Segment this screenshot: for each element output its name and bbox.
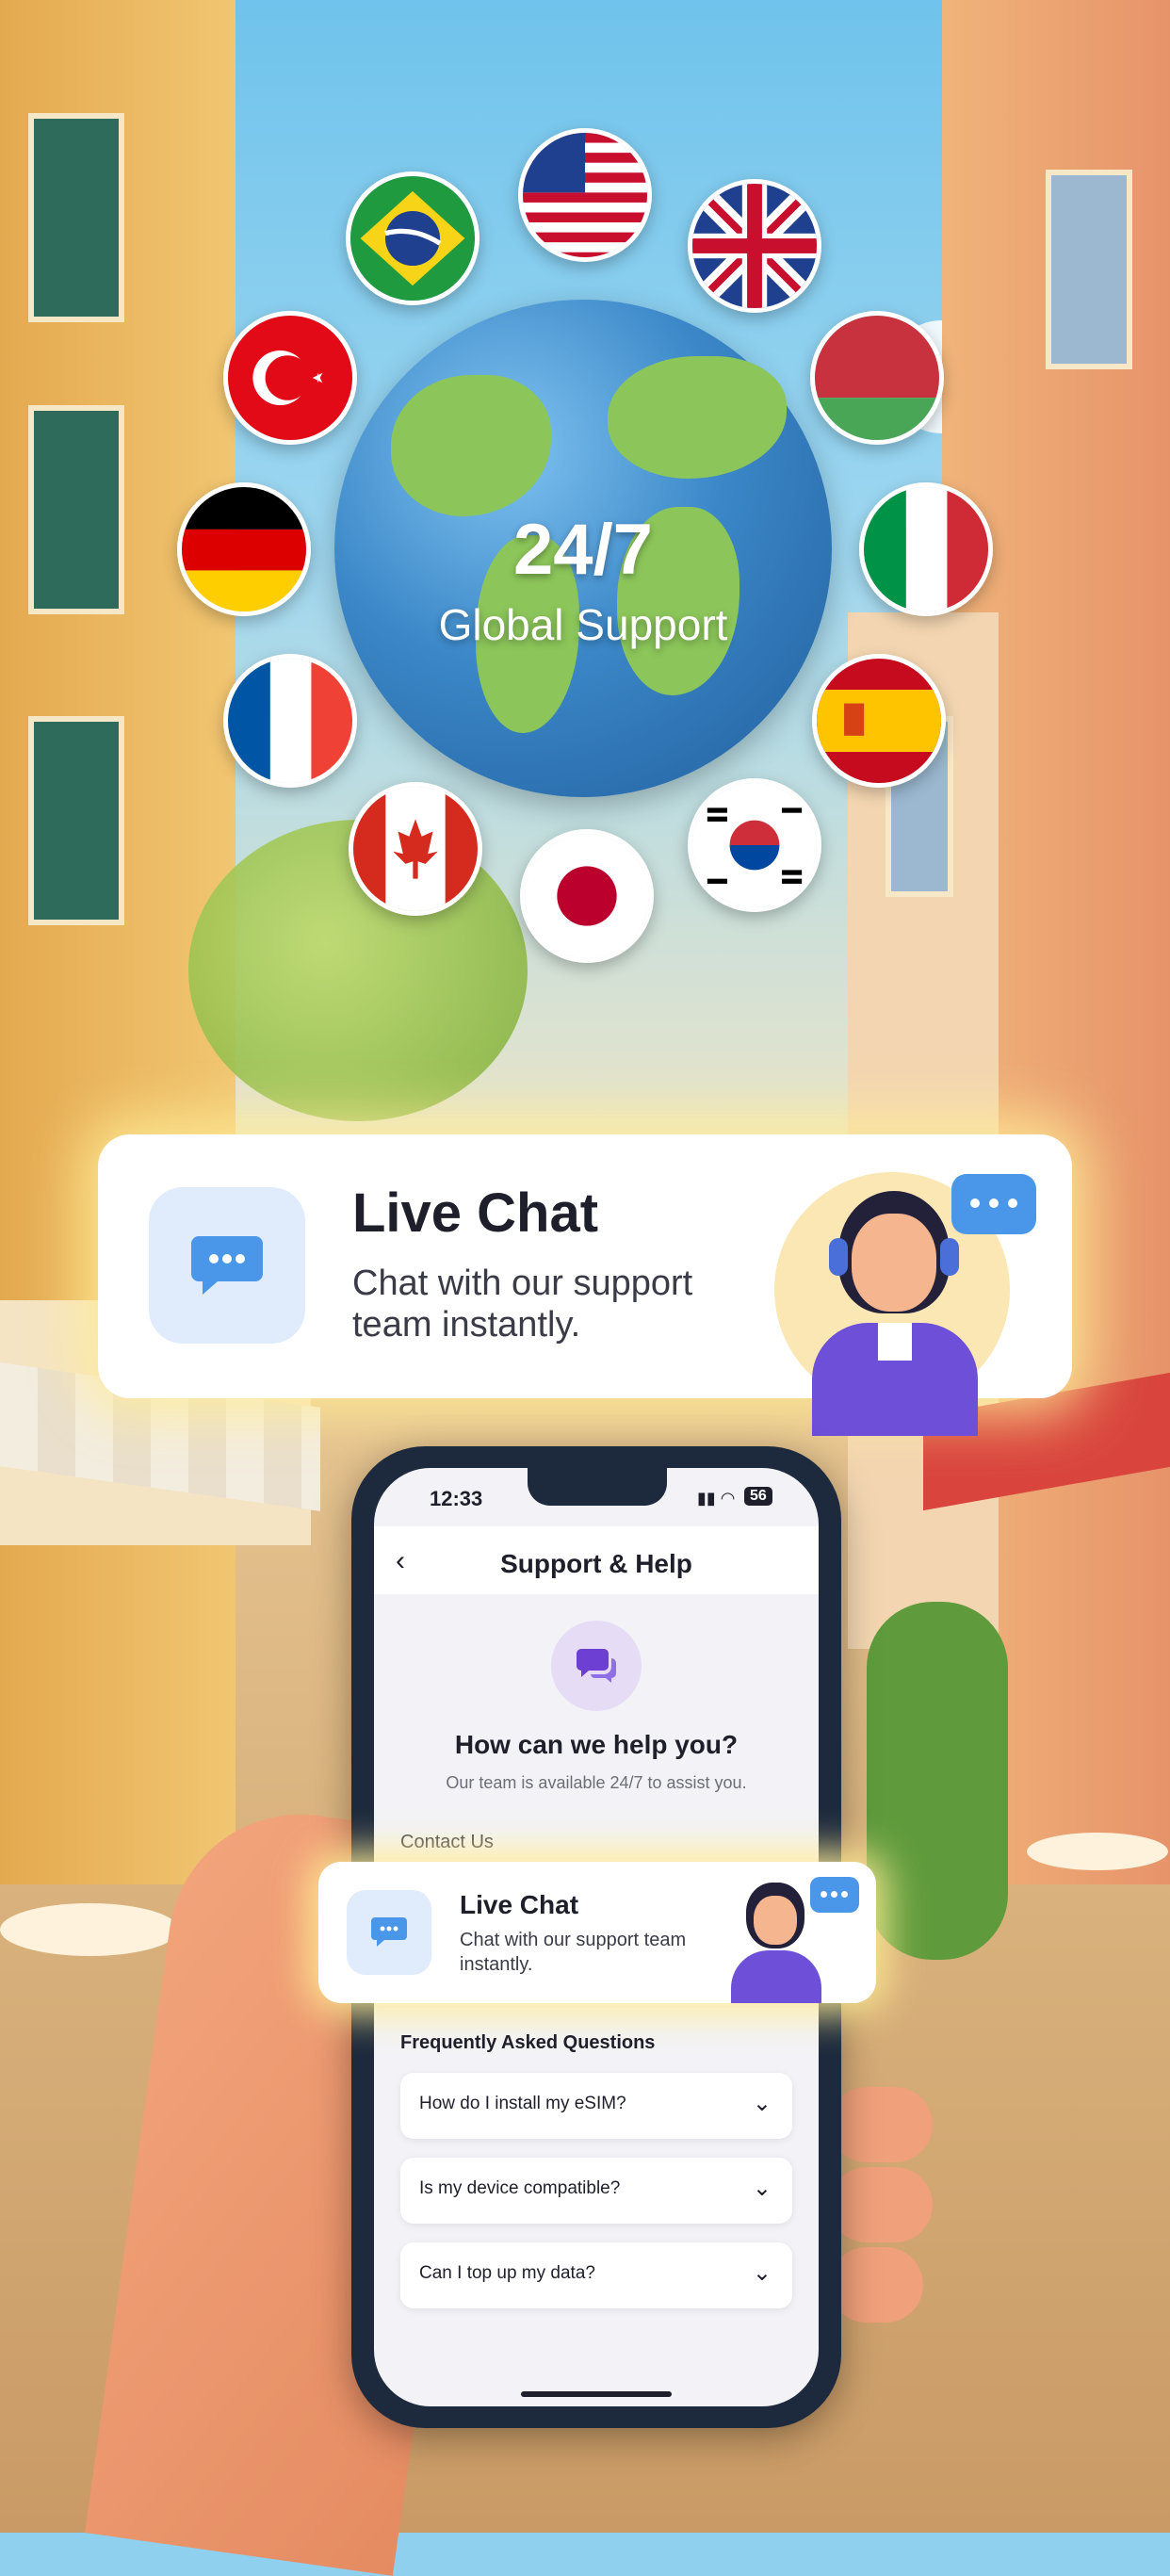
live-chat-option[interactable]: Live Chat Chat with our support team ins… — [318, 1862, 876, 2003]
finger — [829, 2167, 933, 2242]
faq-item[interactable]: How do I install my eSIM? ⌄ — [400, 2073, 792, 2139]
canada-flag-icon — [349, 782, 482, 916]
building-window — [1046, 170, 1132, 369]
hero-headline: 24/7 — [513, 510, 653, 590]
contact-section-label: Contact Us — [400, 1832, 494, 1852]
status-time: 12:33 — [430, 1487, 483, 1510]
chat-bubble-icon — [191, 1236, 263, 1295]
chat-icon-box — [149, 1187, 305, 1344]
phone-notch — [528, 1468, 667, 1506]
live-chat-title: Live Chat — [460, 1890, 579, 1919]
headset-icon — [940, 1238, 959, 1276]
germany-flag-icon — [177, 482, 311, 616]
home-indicator — [521, 2391, 672, 2397]
help-subtitle: Our team is available 24/7 to assist you… — [446, 1773, 747, 1792]
finger — [829, 2087, 933, 2162]
live-chat-banner[interactable]: Live Chat Chat with our support team ins… — [98, 1134, 1072, 1436]
speech-bubble-icon — [951, 1174, 1036, 1234]
help-title: How can we help you? — [454, 1730, 739, 1759]
faq-item[interactable]: Is my device compatible? ⌄ — [400, 2158, 792, 2224]
battery-icon: 56 — [744, 1487, 772, 1506]
turkey-flag-icon — [223, 311, 357, 445]
continent-europe-asia — [608, 356, 787, 479]
faq-item[interactable]: Can I top up my data? ⌄ — [400, 2242, 792, 2308]
belarus-flag-icon — [810, 311, 944, 445]
italy-flag-icon — [859, 482, 993, 616]
building-window — [28, 405, 124, 614]
building-window — [28, 113, 124, 322]
signal-wifi-icon: ▮▮ ◠ — [697, 1489, 736, 1508]
building-window — [28, 716, 124, 925]
uk-flag-icon — [688, 179, 821, 313]
france-flag-icon — [223, 654, 357, 788]
spain-flag-icon — [812, 654, 946, 788]
chevron-down-icon: ⌄ — [752, 2091, 772, 2116]
agent-collar — [878, 1323, 912, 1361]
cafe-table — [0, 1903, 179, 1956]
japan-flag-icon — [520, 829, 654, 963]
speech-bubble-icon — [810, 1877, 859, 1913]
chat-bubble-icon — [371, 1917, 407, 1947]
chat-icon-box — [347, 1890, 431, 1975]
continent-north-america — [391, 375, 551, 516]
cypress-tree — [867, 1602, 1008, 1960]
help-chat-icon — [551, 1621, 642, 1711]
live-chat-description: Chat with our support team instantly. — [460, 1930, 687, 1975]
faq-question: How do I install my eSIM? — [419, 2094, 626, 2113]
hero-subheadline: Global Support — [438, 600, 728, 649]
live-chat-title: Live Chat — [352, 1182, 599, 1244]
page-title: Support & Help — [500, 1549, 692, 1578]
usa-flag-icon — [518, 128, 652, 262]
finger — [829, 2247, 923, 2323]
south-korea-flag-icon — [688, 778, 821, 912]
headset-icon — [829, 1238, 848, 1276]
faq-question: Can I top up my data? — [419, 2263, 595, 2283]
live-chat-description: Chat with our support team instantly. — [352, 1264, 693, 1345]
brazil-flag-icon — [346, 171, 479, 305]
agent-face — [852, 1214, 936, 1312]
chevron-down-icon: ⌄ — [752, 2176, 772, 2201]
faq-question: Is my device compatible? — [419, 2178, 621, 2198]
chevron-down-icon: ⌄ — [752, 2260, 772, 2286]
cafe-table — [1027, 1833, 1168, 1870]
faq-section-label: Frequently Asked Questions — [400, 2032, 656, 2053]
